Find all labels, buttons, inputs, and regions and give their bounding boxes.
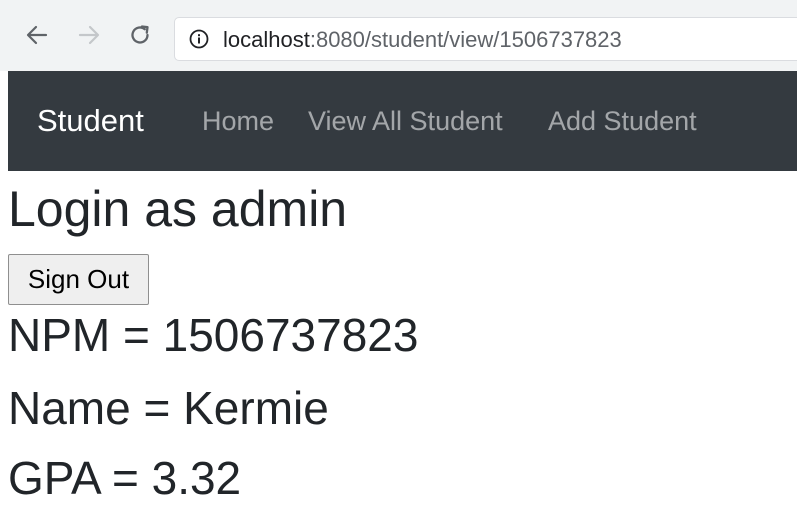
navbar: Student Home View All Student Add Studen… <box>8 71 797 171</box>
arrow-right-icon <box>78 25 100 45</box>
sign-out-button[interactable]: Sign Out <box>8 254 149 305</box>
info-icon[interactable] <box>189 29 209 49</box>
forward-button[interactable] <box>74 20 104 50</box>
nav-link-add-student[interactable]: Add Student <box>548 105 697 137</box>
gpa-line: GPA = 3.32 <box>8 452 242 504</box>
address-bar[interactable]: localhost:8080/student/view/1506737823 <box>174 17 797 61</box>
url-text[interactable]: localhost:8080/student/view/1506737823 <box>223 27 622 53</box>
nav-link-home[interactable]: Home <box>202 105 274 137</box>
navbar-brand[interactable]: Student <box>37 103 144 139</box>
arrow-left-icon <box>26 25 48 45</box>
back-button[interactable] <box>22 20 52 50</box>
clipped-top-strip <box>0 0 797 8</box>
url-host: localhost <box>223 27 310 52</box>
url-path: :8080/student/view/1506737823 <box>309 27 622 52</box>
npm-line: NPM = 1506737823 <box>8 309 419 361</box>
nav-link-view-all-student[interactable]: View All Student <box>308 105 503 137</box>
page-heading: Login as admin <box>8 181 348 237</box>
browser-toolbar: localhost:8080/student/view/1506737823 <box>0 8 797 71</box>
reload-button[interactable] <box>125 20 155 50</box>
reload-icon <box>131 25 149 44</box>
name-line: Name = Kermie <box>8 382 329 434</box>
